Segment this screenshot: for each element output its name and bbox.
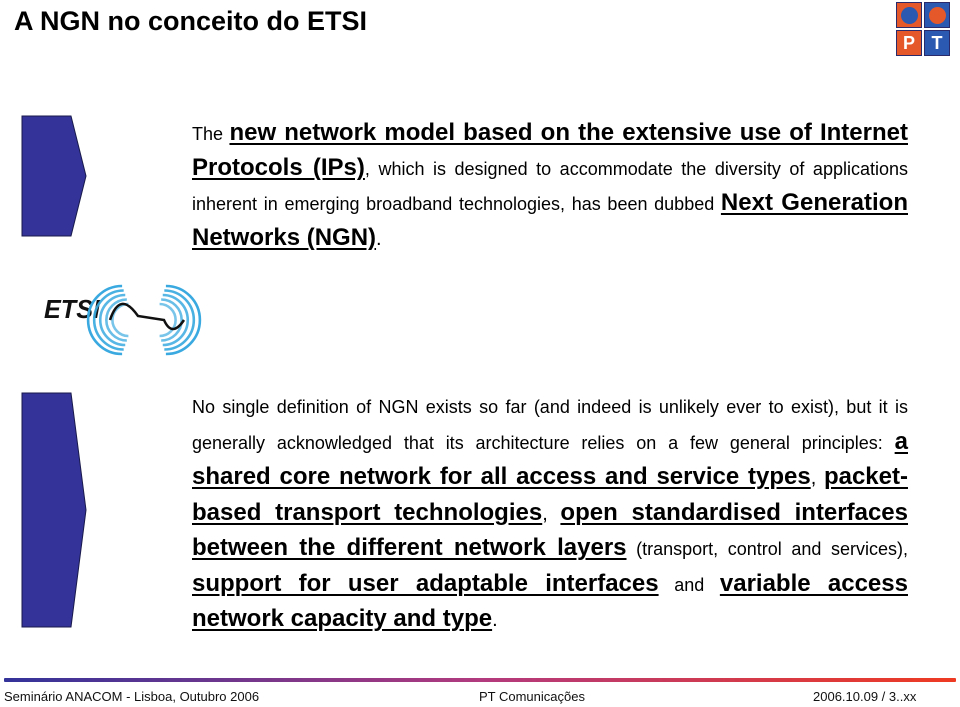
etsi-logo-text: ETSI: [44, 294, 101, 324]
intro-paragraph: The new network model based on the exten…: [192, 117, 908, 257]
pt-logo-tile-blue-circle: [924, 2, 950, 28]
footer-company: PT Comunicações: [479, 689, 585, 704]
body-text: and: [658, 574, 720, 595]
body-text: (transport, control and services),: [626, 539, 908, 559]
pt-logo-letter-p: P: [896, 30, 922, 56]
body-text: ,: [810, 467, 824, 489]
pt-logo: P T: [896, 2, 950, 56]
footer-event: Seminário ANACOM - Lisboa, Outubro 2006: [4, 689, 260, 704]
etsi-ring-arc: [164, 289, 196, 351]
slide-title: A NGN no conceito do ETSI: [14, 6, 368, 36]
body-text: ,: [542, 502, 561, 525]
etsi-logo: ETSI: [44, 284, 202, 356]
ngn-principles-paragraph: No single definition of NGN exists so fa…: [192, 391, 908, 639]
emphasized-phrase: support for user adaptable interfaces: [192, 569, 659, 597]
footer-divider: [4, 678, 956, 682]
body-text: .: [492, 609, 498, 631]
arrow-shape: [21, 115, 87, 237]
circle-icon: [928, 6, 946, 24]
pt-logo-tile-orange-circle: [896, 2, 922, 28]
body-text: No single definition of NGN exists so fa…: [192, 397, 908, 453]
etsi-s-line: [108, 302, 186, 331]
pt-logo-letter-t: T: [924, 30, 950, 56]
body-text: .: [376, 228, 382, 250]
footer-date-page: 2006.10.09 / 3..xx: [813, 689, 917, 704]
arrow-bullet-1: [21, 115, 87, 237]
body-text: The: [192, 124, 230, 144]
circle-icon: [900, 6, 918, 24]
arrow-bullet-2: [21, 392, 87, 628]
arrow-shape: [21, 392, 87, 628]
